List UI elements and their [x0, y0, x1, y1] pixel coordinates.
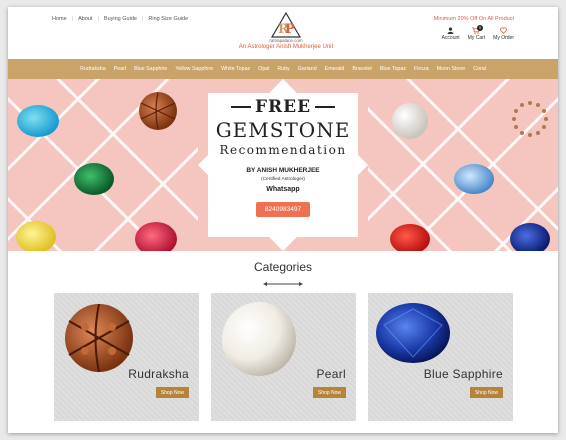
- logo-icon: R P: [271, 12, 301, 38]
- top-links: Home | About | Buying Guide | Ring Size Gui…: [52, 16, 189, 22]
- categories-title: Categories: [253, 260, 313, 274]
- category-name: Blue Sapphire: [423, 367, 503, 381]
- nav-garland[interactable]: Garland: [294, 66, 321, 72]
- banner-astrologer-name: BY ANISH MUKHERJEE: [246, 167, 320, 174]
- nav-rudraksha[interactable]: Rudraksha: [76, 66, 110, 72]
- link-ring-size-guide[interactable]: Ring Size Guide: [148, 16, 188, 22]
- bead-bracelet-icon: [512, 101, 548, 137]
- category-cards: Rudraksha Shop Now Pearl Shop Now Blue S…: [54, 293, 514, 421]
- nav-firoza[interactable]: Firoza: [410, 66, 433, 72]
- shop-now-button[interactable]: Shop Now: [469, 387, 503, 398]
- cart-label: My Cart: [467, 35, 486, 41]
- cart-count-badge: 0: [477, 25, 484, 31]
- account-button[interactable]: Account: [442, 27, 460, 41]
- emerald-gem: [74, 163, 114, 195]
- logo-site-name: ratnapalace.com: [269, 38, 303, 43]
- nav-pearl[interactable]: Pearl: [110, 66, 130, 72]
- category-card-blue-sapphire[interactable]: Blue Sapphire Shop Now: [368, 293, 513, 421]
- rudraksha-bead-icon: [65, 303, 133, 373]
- nav-blue-sapphire[interactable]: Blue Sapphire: [130, 66, 171, 72]
- banner-recommendation-heading: Recommendation: [219, 143, 347, 157]
- ruby-gem: [135, 222, 177, 251]
- account-label: Account: [441, 35, 460, 41]
- account-bar: Account 0 My Cart My Order: [442, 25, 514, 41]
- rudraksha-bead-icon: [139, 92, 177, 130]
- sapphire-gem: [510, 223, 550, 251]
- promo-text: Minimum 20% Off On All Product: [433, 16, 514, 22]
- order-button[interactable]: My Order: [493, 27, 514, 41]
- nav-moon-stone[interactable]: Moon Stone: [433, 66, 470, 72]
- nav-white-topaz[interactable]: White Topaz: [217, 66, 254, 72]
- banner-certified-label: (Certified Astrologer): [261, 177, 305, 182]
- shop-now-button[interactable]: Shop Now: [312, 387, 346, 398]
- banner-whatsapp-label: Whatsapp: [266, 186, 300, 193]
- blue-sapphire-icon: [376, 303, 450, 363]
- coral-gem: [390, 224, 430, 251]
- link-buying-guide[interactable]: Buying Guide: [104, 16, 137, 22]
- turquoise-gem: [17, 105, 59, 137]
- cart-button[interactable]: 0 My Cart: [467, 25, 486, 41]
- nav-blue-topaz[interactable]: Blue Topaz: [376, 66, 410, 72]
- order-label: My Order: [493, 35, 514, 41]
- banner-gemstone-heading: GEMSTONE: [215, 118, 351, 142]
- category-nav: Rudraksha Pearl Blue Sapphire Yellow Sap…: [8, 59, 558, 79]
- banner-free-heading: FREE: [204, 97, 362, 117]
- svg-text:P: P: [285, 22, 295, 37]
- nav-ruby[interactable]: Ruby: [273, 66, 293, 72]
- pearl-gem: [392, 103, 428, 139]
- nav-bracelet[interactable]: Bracelet: [348, 66, 375, 72]
- pearl-icon: [222, 302, 296, 376]
- nav-opal[interactable]: Opal: [254, 66, 273, 72]
- category-name: Rudraksha: [128, 367, 189, 381]
- link-home[interactable]: Home: [52, 16, 67, 22]
- double-arrow-divider-icon: [263, 282, 303, 286]
- shop-now-button[interactable]: Shop Now: [155, 387, 189, 398]
- category-card-rudraksha[interactable]: Rudraksha Shop Now: [54, 293, 199, 421]
- nav-yellow-sapphire[interactable]: Yellow Sapphire: [171, 66, 217, 72]
- hero-banner[interactable]: FREE GEMSTONE Recommendation BY ANISH MU…: [8, 79, 558, 251]
- category-card-pearl[interactable]: Pearl Shop Now: [211, 293, 356, 421]
- nav-coral[interactable]: Coral: [469, 66, 490, 72]
- site-header: Home | About | Buying Guide | Ring Size Gui…: [8, 7, 558, 59]
- heart-icon: [500, 27, 508, 34]
- nav-emerald[interactable]: Emerald: [321, 66, 349, 72]
- logo-tagline: An Astrologer Anish Mukherjee Unit: [238, 44, 334, 50]
- banner-text-block: FREE GEMSTONE Recommendation BY ANISH MU…: [204, 97, 362, 237]
- blue-topaz-gem: [454, 164, 494, 194]
- whatsapp-phone-button[interactable]: 8240983497: [255, 202, 311, 217]
- category-name: Pearl: [316, 367, 346, 381]
- site-logo[interactable]: R P ratnapalace.com An Astrologer Anish …: [226, 12, 346, 50]
- link-about[interactable]: About: [78, 16, 92, 22]
- user-icon: [447, 27, 454, 34]
- browser-frame: Home | About | Buying Guide | Ring Size Gui…: [8, 7, 558, 433]
